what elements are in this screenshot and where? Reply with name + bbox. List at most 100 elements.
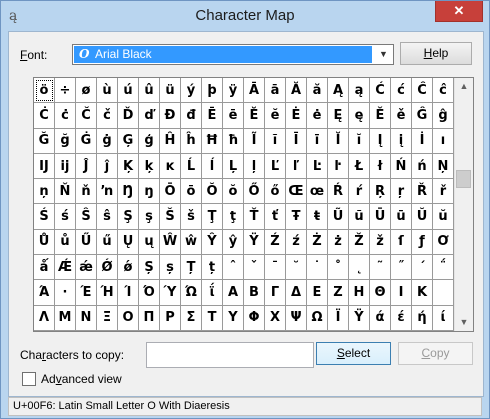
character-cell[interactable]: ſ	[391, 229, 412, 256]
character-cell[interactable]: ţ	[223, 204, 244, 230]
character-cell[interactable]: ŝ	[97, 204, 118, 230]
character-cell[interactable]: ņ	[34, 179, 55, 205]
character-cell[interactable]: ŧ	[307, 204, 328, 230]
character-cell[interactable]: Λ	[34, 305, 55, 331]
character-cell[interactable]: ΅	[433, 255, 454, 281]
character-cell[interactable]: Ĥ	[160, 128, 181, 154]
character-cell[interactable]: Ŗ	[370, 179, 391, 205]
character-cell[interactable]: Š	[160, 204, 181, 230]
character-cell[interactable]: ľ	[286, 153, 307, 180]
scroll-up-arrow-icon[interactable]: ▲	[455, 78, 473, 95]
character-cell[interactable]: ö	[34, 78, 55, 104]
character-cell[interactable]: ħ	[223, 128, 244, 154]
character-cell[interactable]: ˘	[286, 255, 307, 281]
character-cell[interactable]: č	[97, 103, 118, 129]
character-cell[interactable]: ū	[391, 204, 412, 230]
character-cell[interactable]: Ź	[265, 229, 286, 256]
character-cell[interactable]: ț	[202, 255, 223, 281]
character-cell[interactable]: Ũ	[328, 204, 349, 230]
character-cell[interactable]: ŀ	[328, 153, 349, 180]
character-cell[interactable]: ě	[391, 103, 412, 129]
character-cell[interactable]: ŏ	[223, 179, 244, 205]
copy-button[interactable]: Copy	[398, 342, 473, 365]
character-cell[interactable]: œ	[307, 179, 328, 205]
character-cell[interactable]: ō	[181, 179, 202, 205]
character-cell[interactable]: Ω	[307, 305, 328, 331]
character-cell[interactable]: Κ	[412, 280, 433, 306]
character-cell[interactable]: Ι	[391, 280, 412, 306]
character-cell[interactable]: ĩ	[265, 128, 286, 154]
character-cell[interactable]: ĝ	[433, 103, 454, 129]
character-cell[interactable]: ˆ	[223, 255, 244, 281]
character-cell[interactable]: ƒ	[412, 229, 433, 256]
character-cell[interactable]: Γ	[265, 280, 286, 306]
character-cell[interactable]: ı	[433, 128, 454, 154]
character-cell[interactable]: Ľ	[265, 153, 286, 180]
character-cell[interactable]: ŗ	[391, 179, 412, 205]
character-cell[interactable]: Đ	[160, 103, 181, 129]
character-cell[interactable]: ĉ	[433, 78, 454, 104]
select-button[interactable]: Select	[316, 342, 391, 365]
character-cell[interactable]: ğ	[55, 128, 76, 154]
character-cell[interactable]: Ś	[34, 204, 55, 230]
character-cell[interactable]: Ħ	[202, 128, 223, 154]
advanced-view-label[interactable]: Advanced view	[41, 372, 122, 386]
character-cell[interactable]: Ĳ	[34, 153, 55, 180]
character-cell[interactable]: Η	[349, 280, 370, 306]
characters-to-copy-input[interactable]	[146, 342, 314, 368]
character-cell[interactable]: ń	[412, 153, 433, 180]
character-cell[interactable]: Ř	[412, 179, 433, 205]
character-cell[interactable]: Ļ	[223, 153, 244, 180]
character-cell[interactable]: Ÿ	[244, 229, 265, 256]
character-cell[interactable]: Ć	[370, 78, 391, 104]
character-cell[interactable]: ø	[76, 78, 97, 104]
character-cell[interactable]: Ǿ	[97, 255, 118, 281]
character-cell[interactable]: ę	[349, 103, 370, 129]
character-cell[interactable]: Ν	[76, 305, 97, 331]
character-cell[interactable]: Ţ	[202, 204, 223, 230]
character-cell[interactable]: Ō	[160, 179, 181, 205]
character-cell[interactable]: Ī	[286, 128, 307, 154]
character-cell[interactable]: į	[391, 128, 412, 154]
character-cell[interactable]: ų	[139, 229, 160, 256]
character-cell[interactable]: ÷	[55, 78, 76, 104]
close-button[interactable]: ✕	[435, 1, 483, 22]
character-cell[interactable]: Ġ	[76, 128, 97, 154]
character-cell[interactable]: Μ	[55, 305, 76, 331]
character-cell[interactable]: ĸ	[160, 153, 181, 180]
character-cell[interactable]: Ŝ	[76, 204, 97, 230]
character-cell[interactable]: ΐ	[202, 280, 223, 306]
character-cell[interactable]: Ő	[244, 179, 265, 205]
character-cell[interactable]: ģ	[139, 128, 160, 154]
character-cell[interactable]: ŵ	[181, 229, 202, 256]
character-cell[interactable]: Ň	[55, 179, 76, 205]
character-cell[interactable]: ġ	[97, 128, 118, 154]
character-cell[interactable]: ĺ	[202, 153, 223, 180]
character-cell[interactable]: ũ	[349, 204, 370, 230]
character-cell[interactable]: Ū	[370, 204, 391, 230]
character-cell[interactable]: ă	[307, 78, 328, 104]
character-cell[interactable]: Ŭ	[412, 204, 433, 230]
character-cell[interactable]: Ų	[118, 229, 139, 256]
character-cell[interactable]: ő	[265, 179, 286, 205]
character-cell[interactable]: Ĭ	[328, 128, 349, 154]
help-button[interactable]: Help	[400, 42, 472, 65]
character-cell[interactable]: ĵ	[97, 153, 118, 180]
character-cell[interactable]: Ğ	[34, 128, 55, 154]
character-cell[interactable]: Ș	[139, 255, 160, 281]
character-cell[interactable]: ÿ	[223, 78, 244, 104]
character-cell[interactable]: έ	[391, 305, 412, 331]
character-cell[interactable]: Ŵ	[160, 229, 181, 256]
character-cell[interactable]: Ģ	[118, 128, 139, 154]
character-cell[interactable]: ą	[349, 78, 370, 104]
character-cell[interactable]: ŋ	[139, 179, 160, 205]
character-cell[interactable]: ş	[139, 204, 160, 230]
character-cell[interactable]: ň	[76, 179, 97, 205]
character-cell[interactable]: ˉ	[265, 255, 286, 281]
scrollbar-thumb[interactable]	[456, 170, 471, 188]
character-cell[interactable]: Ę	[328, 103, 349, 129]
character-cell[interactable]: Ρ	[160, 305, 181, 331]
character-cell[interactable]: ü	[160, 78, 181, 104]
character-cell[interactable]: Ț	[181, 255, 202, 281]
character-cell[interactable]: Β	[244, 280, 265, 306]
